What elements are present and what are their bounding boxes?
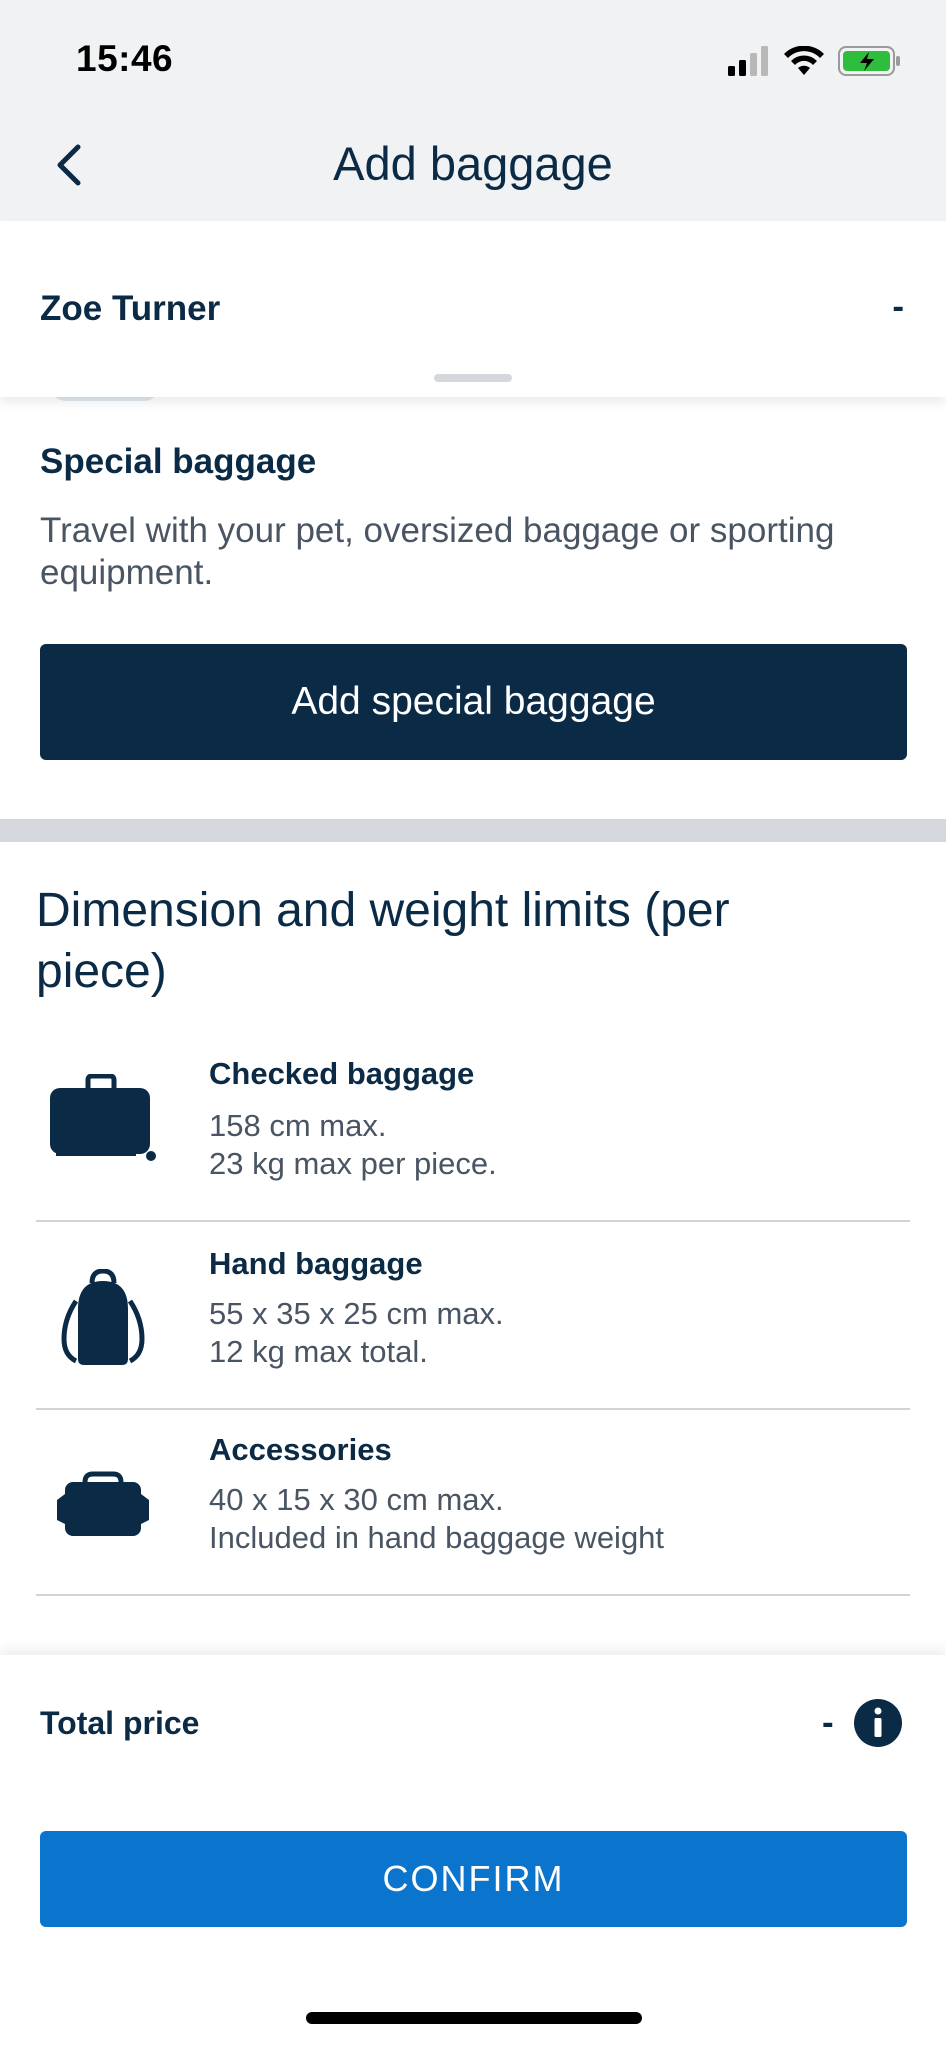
- passenger-row[interactable]: Zoe Turner -: [0, 221, 946, 397]
- limit-row-checked: Checked baggage 158 cm max. 23 kg max pe…: [36, 1036, 910, 1222]
- limit-name: Hand baggage: [209, 1246, 423, 1281]
- limit-row-hand: Hand baggage 55 x 35 x 25 cm max. 12 kg …: [36, 1224, 910, 1410]
- limit-dimensions: 158 cm max.: [209, 1108, 387, 1143]
- add-special-baggage-button[interactable]: Add special baggage: [40, 644, 907, 760]
- limit-weight: Included in hand baggage weight: [209, 1520, 665, 1555]
- special-baggage-title: Special baggage: [40, 442, 317, 481]
- limit-dimensions: 55 x 35 x 25 cm max.: [209, 1296, 504, 1331]
- confirm-button[interactable]: CONFIRM: [40, 1831, 907, 1927]
- battery-charging-icon: [838, 46, 900, 76]
- special-baggage-description: Travel with your pet, oversized baggage …: [40, 511, 835, 592]
- status-icons: [728, 44, 902, 78]
- drag-handle[interactable]: [434, 374, 512, 382]
- top-bar: 15:46 Add baggage: [0, 0, 946, 221]
- total-price-value: -: [822, 1703, 834, 1742]
- bottom-panel: Total price - CONFIRM: [0, 1655, 946, 2048]
- info-icon[interactable]: [853, 1698, 903, 1748]
- passenger-name: Zoe Turner: [40, 289, 221, 328]
- limit-name: Checked baggage: [209, 1056, 475, 1091]
- section-divider: [0, 819, 946, 842]
- suitcase-icon: [48, 1064, 158, 1174]
- total-price-label: Total price: [40, 1705, 200, 1741]
- page-title: Add baggage: [333, 137, 613, 190]
- limit-name: Accessories: [209, 1432, 392, 1467]
- home-indicator[interactable]: [306, 2012, 642, 2024]
- cellular-signal-icon: [728, 46, 768, 76]
- limit-weight: 12 kg max total.: [209, 1334, 428, 1369]
- handbag-icon: [48, 1450, 158, 1560]
- limit-weight: 23 kg max per piece.: [209, 1146, 497, 1181]
- status-time: 15:46: [76, 38, 174, 79]
- passenger-price: -: [892, 287, 904, 326]
- backpack-icon: [48, 1264, 158, 1374]
- limit-dimensions: 40 x 15 x 30 cm max.: [209, 1482, 504, 1517]
- limit-row-accessories: Accessories 40 x 15 x 30 cm max. Include…: [36, 1410, 910, 1596]
- wifi-icon: [784, 46, 824, 75]
- limits-title: Dimension and weight limits (per piece): [36, 884, 730, 998]
